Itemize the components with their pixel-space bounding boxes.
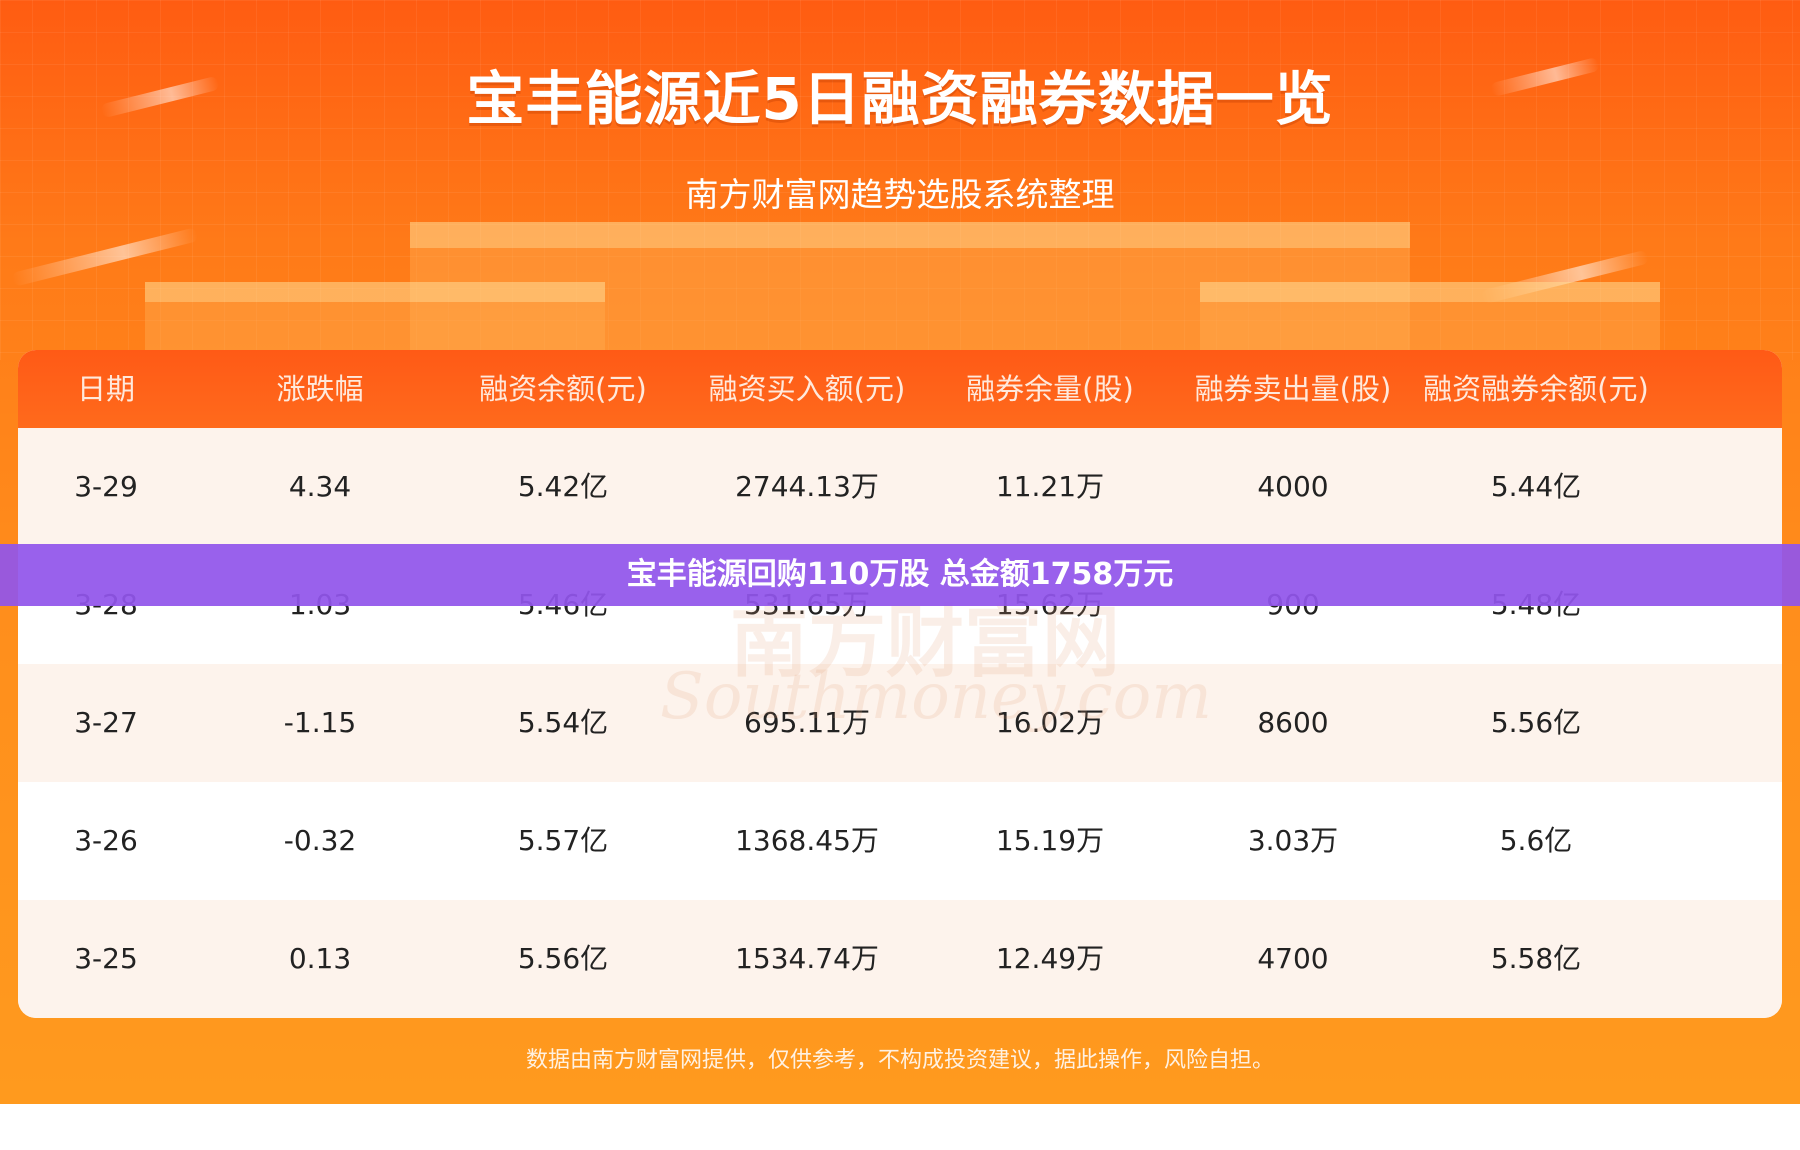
- cell-short-balance: 15.19万: [995, 824, 1105, 857]
- page-subtitle: 南方财富网趋势选股系统整理: [685, 175, 1115, 214]
- cell-total-balance: 5.44亿: [1490, 470, 1582, 503]
- cell-change: -1.15: [283, 706, 357, 739]
- cell-change: 0.13: [288, 942, 352, 975]
- cell-short-balance: 16.02万: [995, 706, 1105, 739]
- cell-total-balance: 5.58亿: [1490, 942, 1582, 975]
- cell-financing-buy: 695.11万: [744, 706, 870, 739]
- news-banner[interactable]: 宝丰能源回购110万股 总金额1758万元: [0, 544, 1800, 606]
- footer-disclaimer: 数据由南方财富网提供，仅供参考，不构成投资建议，据此操作，风险自担。: [525, 1048, 1274, 1073]
- cell-short-balance: 12.49万: [995, 942, 1105, 975]
- cell-short-sell: 4700: [1257, 942, 1329, 975]
- margin-trading-table: 日期 涨跌幅 融资余额(元) 融资买入额(元) 融券余量(股) 融券卖出量(股)…: [18, 350, 1782, 1018]
- cell-date: 3-27: [74, 706, 138, 739]
- table-row: 3-27 -1.15 5.54亿 695.11万 16.02万 8600 5.5…: [18, 664, 1782, 782]
- table-row: 3-29 4.34 5.42亿 2744.13万 11.21万 4000 5.4…: [18, 428, 1782, 546]
- cell-financing-buy: 2744.13万: [735, 470, 879, 503]
- cell-date: 3-26: [74, 824, 138, 857]
- cell-financing-balance: 5.42亿: [517, 470, 609, 503]
- cell-change: -0.32: [283, 824, 357, 857]
- table-header: 日期 涨跌幅 融资余额(元) 融资买入额(元) 融券余量(股) 融券卖出量(股)…: [18, 350, 1782, 428]
- page-title: 宝丰能源近5日融资融券数据一览: [466, 65, 1334, 133]
- cell-short-sell: 3.03万: [1247, 824, 1339, 857]
- column-header-short-sell: 融券卖出量(股): [1194, 372, 1392, 406]
- cell-change: 4.34: [288, 470, 352, 503]
- cell-short-balance: 11.21万: [995, 470, 1105, 503]
- column-header-financing-balance: 融资余额(元): [479, 372, 647, 406]
- column-header-short-balance: 融券余量(股): [966, 372, 1134, 406]
- cell-short-sell: 8600: [1257, 706, 1329, 739]
- cell-total-balance: 5.6亿: [1499, 824, 1573, 857]
- column-header-financing-buy: 融资买入额(元): [708, 372, 906, 406]
- cell-financing-balance: 5.56亿: [517, 942, 609, 975]
- column-header-change: 涨跌幅: [276, 372, 364, 406]
- column-header-total-balance: 融资融券余额(元): [1423, 372, 1649, 406]
- cell-financing-buy: 1534.74万: [735, 942, 879, 975]
- column-header-date: 日期: [76, 372, 136, 406]
- table-row: 3-26 -0.32 5.57亿 1368.45万 15.19万 3.03万 5…: [18, 782, 1782, 900]
- cell-total-balance: 5.56亿: [1490, 706, 1582, 739]
- cell-date: 3-25: [74, 942, 138, 975]
- table-row: 3-25 0.13 5.56亿 1534.74万 12.49万 4700 5.5…: [18, 900, 1782, 1018]
- cell-financing-buy: 1368.45万: [735, 824, 879, 857]
- cell-financing-balance: 5.54亿: [517, 706, 609, 739]
- cell-date: 3-29: [74, 470, 138, 503]
- cell-financing-balance: 5.57亿: [517, 824, 609, 857]
- cell-short-sell: 4000: [1257, 470, 1329, 503]
